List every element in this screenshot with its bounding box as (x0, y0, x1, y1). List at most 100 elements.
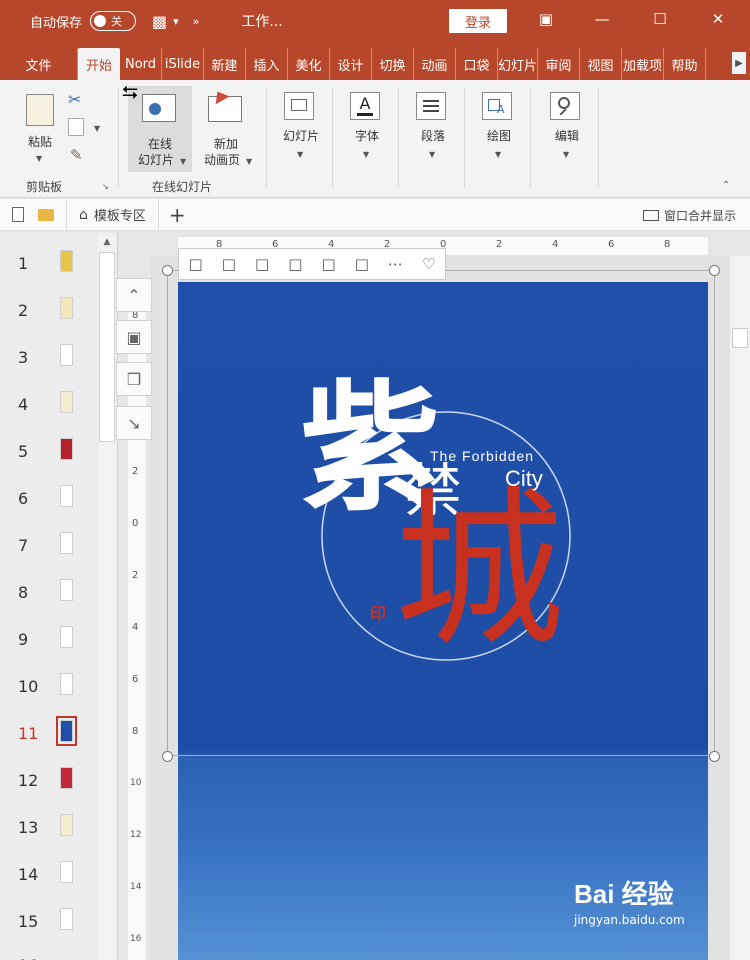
slide-preview[interactable] (60, 814, 73, 836)
slides-group[interactable]: 幻灯片 ▼ (268, 84, 332, 194)
ribbon-display-icon[interactable]: ▣ (534, 10, 558, 28)
new-file-tab[interactable] (0, 198, 67, 231)
online-slide-dropdown-icon[interactable]: ▼ (180, 157, 186, 166)
paste-label[interactable]: 粘贴 (22, 134, 58, 150)
slide-preview[interactable] (60, 391, 73, 413)
slide-thumbnail[interactable]: 10 (0, 669, 98, 709)
slide-preview[interactable] (60, 250, 73, 272)
add-tab-icon[interactable]: + (159, 203, 196, 227)
more-icon[interactable]: ⋯ (388, 255, 403, 273)
slide-thumbnail[interactable]: 4 (0, 387, 98, 427)
tab-review[interactable]: 审阅 (538, 48, 580, 80)
tab-insert[interactable]: 插入 (246, 48, 288, 80)
slide-thumbnail[interactable]: 5 (0, 434, 98, 474)
customize-qat-icon[interactable]: ▾ (173, 15, 179, 28)
slide-thumbnail[interactable]: 2 (0, 293, 98, 333)
tab-design[interactable]: 设计 (330, 48, 372, 80)
new-animation-page-label-2[interactable]: 动画页 (194, 152, 250, 168)
align-right-icon[interactable]: □ (222, 255, 236, 273)
slide-thumbnail[interactable]: 6 (0, 481, 98, 521)
slide-preview[interactable] (60, 532, 73, 554)
template-zone-tab[interactable]: ⌂ 模板专区 (67, 198, 159, 231)
minimize-icon[interactable]: — (590, 10, 614, 28)
scroll-up-icon[interactable]: ▲ (98, 234, 116, 250)
align-left-icon[interactable]: □ (189, 255, 203, 273)
collapse-up-icon[interactable]: ⌃ (116, 278, 152, 312)
canvas-scroll-thumb[interactable] (732, 328, 748, 348)
login-button[interactable]: 登录 (449, 9, 507, 33)
slide-preview[interactable] (60, 673, 73, 695)
align-bottom-icon[interactable]: □ (288, 255, 302, 273)
slide-thumbnail[interactable]: 8 (0, 575, 98, 615)
align-top-icon[interactable]: □ (255, 255, 269, 273)
copy-dropdown-icon[interactable]: ▼ (94, 124, 100, 133)
tabs-scroll-right-icon[interactable]: ▶ (732, 52, 746, 74)
slide-thumbnail[interactable]: 3 (0, 340, 98, 380)
tab-view[interactable]: 视图 (580, 48, 622, 80)
slide-thumbnail-current[interactable]: 11 (0, 716, 98, 756)
tab-new[interactable]: 新建 (204, 48, 246, 80)
tab-file[interactable]: 文件 (0, 48, 78, 80)
tab-beautify[interactable]: 美化 (288, 48, 330, 80)
editing-group[interactable]: 编辑 ▼ (534, 84, 598, 194)
collapse-ribbon-icon[interactable]: ⌃ (722, 180, 730, 191)
font-group[interactable]: A 字体 ▼ (334, 84, 398, 194)
format-painter-icon[interactable]: ✎ (70, 146, 83, 164)
tab-islide[interactable]: iSlide (162, 48, 204, 80)
slide-preview[interactable] (60, 579, 73, 601)
slide-preview[interactable] (60, 626, 73, 648)
tab-pocket[interactable]: 口袋 (456, 48, 498, 80)
touch-mode-icon[interactable]: ▩ (152, 12, 167, 31)
close-icon[interactable]: ✕ (706, 10, 730, 28)
tab-addins[interactable]: 加载项 (622, 48, 664, 80)
slide-thumbnail[interactable]: 15 (0, 904, 98, 944)
slide-thumbnail[interactable]: 14 (0, 857, 98, 897)
open-folder-icon[interactable] (38, 208, 54, 221)
maximize-icon[interactable]: ☐ (648, 10, 672, 28)
resize-handle[interactable] (162, 751, 173, 762)
distribute-icon[interactable]: □ (355, 255, 369, 273)
new-animation-page-label-1[interactable]: 新加 (202, 136, 250, 152)
tab-nord[interactable]: Nord (120, 48, 162, 80)
slide-thumbnail[interactable]: 12 (0, 763, 98, 803)
autosave-toggle[interactable]: 关 (90, 11, 137, 31)
cut-icon[interactable]: ✂ (68, 90, 81, 109)
tab-home[interactable]: 开始 (78, 48, 120, 80)
new-animation-page-dropdown-icon[interactable]: ▼ (246, 157, 252, 166)
resize-handle[interactable] (709, 751, 720, 762)
paste-icon[interactable] (26, 94, 54, 126)
clipboard-launcher-icon[interactable]: ↘ (102, 182, 109, 191)
resize-handle[interactable] (709, 265, 720, 276)
slide-preview-current[interactable] (56, 716, 77, 746)
slide-thumbnail[interactable]: 13 (0, 810, 98, 850)
slide-preview[interactable] (60, 908, 73, 930)
align-center-icon[interactable]: □ (321, 255, 335, 273)
favorite-icon[interactable]: ♡ (422, 255, 435, 273)
slide-thumbnail[interactable]: 16 (0, 948, 98, 960)
slide-panel-scroll-thumb[interactable] (99, 252, 115, 442)
canvas-scrollbar[interactable] (730, 256, 750, 960)
slide-thumbnail[interactable]: 9 (0, 622, 98, 662)
paste-dropdown-icon[interactable]: ▼ (36, 154, 42, 163)
layer-icon[interactable]: ❒ (116, 362, 152, 396)
center-align-icon[interactable]: ▣ (116, 320, 152, 354)
slide-panel-scrollbar[interactable]: ▲ (98, 234, 116, 960)
tab-animations[interactable]: 动画 (414, 48, 456, 80)
slide-preview[interactable] (60, 767, 73, 789)
paragraph-group[interactable]: 段落 ▼ (400, 84, 464, 194)
tab-transitions[interactable]: 切换 (372, 48, 414, 80)
resize-handle[interactable] (162, 265, 173, 276)
tab-slideshow[interactable]: 幻灯片 (498, 48, 538, 80)
slide-thumbnail[interactable]: 1 (0, 246, 98, 286)
more-commands-icon[interactable]: » (193, 15, 200, 28)
slide-preview[interactable] (60, 297, 73, 319)
slide-preview[interactable] (60, 485, 73, 507)
slide-thumbnail[interactable]: 7 (0, 528, 98, 568)
drawing-group[interactable]: A 绘图 ▼ (466, 84, 530, 194)
slide-preview[interactable] (60, 861, 73, 883)
window-merge-button[interactable]: 窗口合并显示 (642, 207, 736, 224)
slide-preview[interactable] (60, 344, 73, 366)
copy-icon[interactable] (68, 118, 84, 136)
tab-help[interactable]: 帮助 (664, 48, 706, 80)
new-file-icon[interactable] (12, 207, 24, 222)
